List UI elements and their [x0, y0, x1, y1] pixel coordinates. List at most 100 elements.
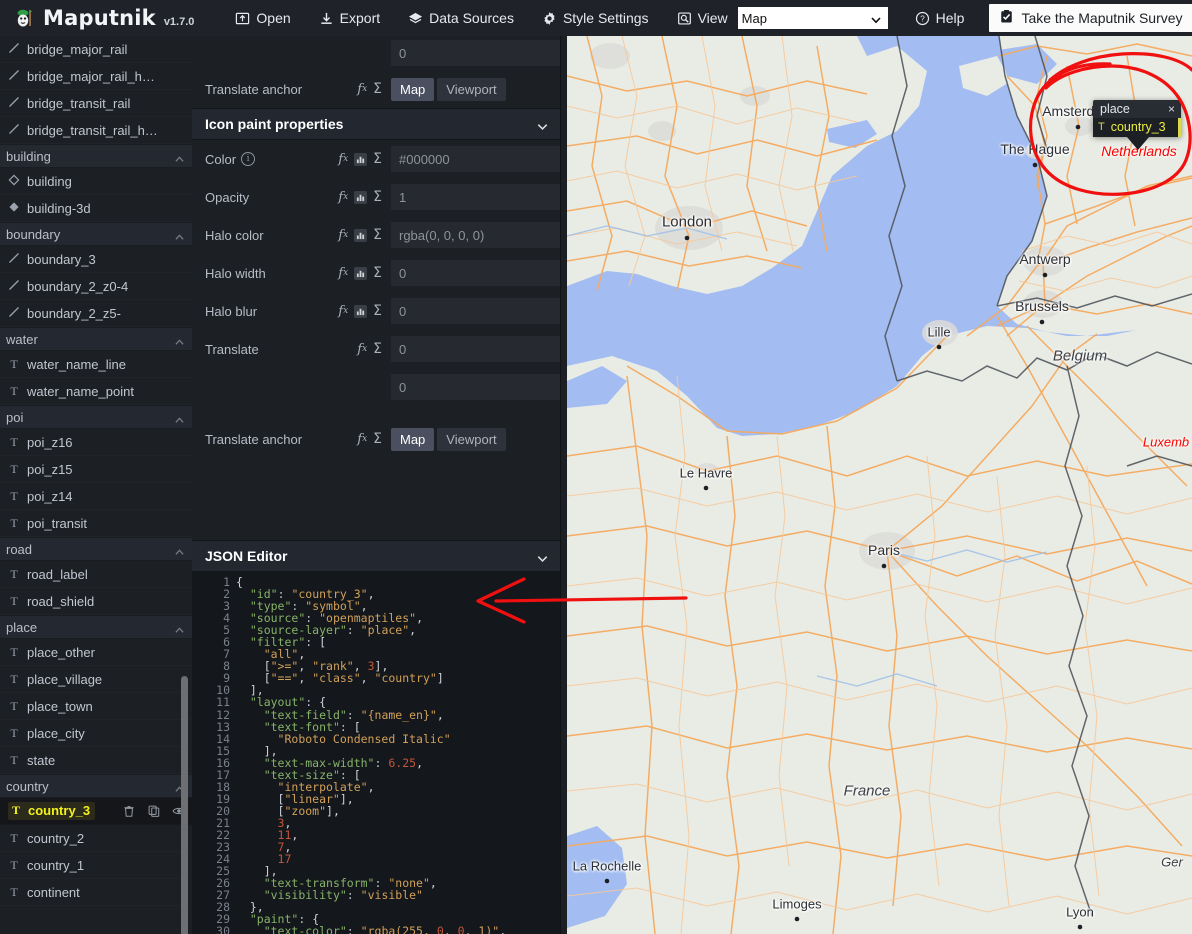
chart-button[interactable]	[354, 228, 368, 242]
layer-item-bridge_major_rail[interactable]: bridge_major_rail	[0, 36, 192, 63]
prop-input-translate[interactable]	[391, 336, 560, 362]
chevron-down-icon[interactable]	[537, 551, 548, 562]
layer-item-country_2[interactable]: Tcountry_2	[0, 825, 192, 852]
layer-group-poi[interactable]: poi	[0, 405, 192, 429]
json-editor-panel[interactable]: JSON Editor 1 2 3 4 5 6 7 8 9 10 11 12 1…	[192, 540, 560, 934]
layer-item-water_name_point[interactable]: Twater_name_point	[0, 378, 192, 405]
seg-map-bottom[interactable]: Map	[391, 427, 435, 451]
code-lines[interactable]: { "id": "country_3", "type": "symbol", "…	[236, 576, 560, 934]
help-button[interactable]: ? Help	[906, 5, 974, 31]
fx-button[interactable]: fx	[357, 343, 367, 356]
seg-viewport-top[interactable]: Viewport	[437, 77, 506, 101]
icon-paint-properties-header[interactable]: Icon paint properties	[192, 108, 560, 140]
layer-group-building[interactable]: building	[0, 144, 192, 168]
json-editor-header[interactable]: JSON Editor	[192, 540, 560, 572]
close-icon[interactable]: ×	[1167, 103, 1176, 115]
layer-item-boundary_2_z0-4[interactable]: boundary_2_z0-4	[0, 273, 192, 300]
layer-item-country_1[interactable]: Tcountry_1	[0, 852, 192, 879]
chart-button[interactable]	[354, 266, 368, 280]
layer-item-poi_z16[interactable]: Tpoi_z16	[0, 429, 192, 456]
layer-list-scrollbar[interactable]	[181, 676, 188, 934]
layer-row-actions[interactable]	[122, 804, 186, 818]
popup-feature-item[interactable]: T country_3	[1098, 120, 1174, 134]
fx-button[interactable]: fx	[357, 433, 367, 446]
sigma-button[interactable]: Σ	[373, 82, 382, 96]
sigma-button[interactable]: Σ	[373, 152, 382, 166]
layer-item-poi_z14[interactable]: Tpoi_z14	[0, 483, 192, 510]
layer-group-place[interactable]: place	[0, 615, 192, 639]
prop-input-translate-second[interactable]	[391, 374, 560, 400]
copy-icon[interactable]	[147, 804, 161, 818]
layer-item-boundary_3[interactable]: boundary_3	[0, 246, 192, 273]
prop-input-halo-blur[interactable]	[391, 298, 560, 324]
fx-button[interactable]: fx	[338, 305, 348, 318]
view-button[interactable]: View	[668, 5, 732, 31]
data-sources-button[interactable]: Data Sources	[399, 5, 523, 31]
info-icon[interactable]: i	[241, 152, 256, 166]
open-button[interactable]: Open	[226, 5, 299, 31]
fx-button[interactable]: fx	[338, 267, 348, 280]
layer-group-water[interactable]: water	[0, 327, 192, 351]
seg-viewport-bottom[interactable]: Viewport	[437, 427, 506, 451]
sigma-button[interactable]: Σ	[373, 190, 382, 204]
json-code[interactable]: 1 2 3 4 5 6 7 8 9 10 11 12 13 14 15 16 1…	[192, 572, 560, 934]
layer-item-country_3[interactable]: Tcountry_3	[0, 798, 192, 825]
sigma-button[interactable]: Σ	[373, 342, 382, 356]
sigma-button[interactable]: Σ	[373, 266, 382, 280]
layer-item-boundary_2_z5-[interactable]: boundary_2_z5-	[0, 300, 192, 327]
view-select[interactable]: MapInspect	[737, 7, 888, 29]
fx-button[interactable]: fx	[338, 153, 348, 166]
prop-input-color[interactable]	[391, 146, 560, 172]
fx-button[interactable]: fx	[357, 83, 367, 96]
prop-input-halo-width[interactable]	[391, 260, 560, 286]
layer-item-water_name_line[interactable]: Twater_name_line	[0, 351, 192, 378]
chevron-down-icon[interactable]	[537, 119, 548, 130]
seg-map-top[interactable]: Map	[391, 77, 435, 101]
chart-button[interactable]	[354, 304, 368, 318]
layer-group-boundary[interactable]: boundary	[0, 222, 192, 246]
layer-group-road[interactable]: road	[0, 537, 192, 561]
export-button[interactable]: Export	[310, 5, 389, 31]
chevron-up-icon[interactable]	[175, 230, 184, 240]
properties-panel[interactable]: Translate anchor fx Σ Map Viewport Icon …	[192, 36, 561, 934]
layer-item-building-3d[interactable]: building-3d	[0, 195, 192, 222]
layer-item-bridge_transit_rail[interactable]: bridge_transit_rail	[0, 90, 192, 117]
delete-icon[interactable]	[122, 804, 136, 818]
layer-item-poi_z15[interactable]: Tpoi_z15	[0, 456, 192, 483]
chevron-up-icon[interactable]	[175, 623, 184, 633]
translate-anchor-segmented-bottom[interactable]: Map Viewport	[391, 427, 506, 451]
chevron-up-icon[interactable]	[175, 545, 184, 555]
layer-item-place_city[interactable]: Tplace_city	[0, 720, 192, 747]
layer-item-bridge_major_rail_h…[interactable]: bridge_major_rail_h…	[0, 63, 192, 90]
layer-item-road_shield[interactable]: Troad_shield	[0, 588, 192, 615]
prop-input-opacity[interactable]	[391, 184, 560, 210]
translate-second-input[interactable]	[391, 40, 560, 66]
layer-group-country[interactable]: country	[0, 774, 192, 798]
sigma-button[interactable]: Σ	[373, 228, 382, 242]
layer-item-place_village[interactable]: Tplace_village	[0, 666, 192, 693]
prop-input-halo-color[interactable]	[391, 222, 560, 248]
feature-popup[interactable]: place × T country_3	[1093, 100, 1181, 150]
chevron-up-icon[interactable]	[175, 152, 184, 162]
chart-button[interactable]	[354, 190, 368, 204]
layer-item-poi_transit[interactable]: Tpoi_transit	[0, 510, 192, 537]
survey-button[interactable]: Take the Maputnik Survey	[989, 4, 1192, 32]
layer-item-road_label[interactable]: Troad_label	[0, 561, 192, 588]
sigma-button[interactable]: Σ	[373, 304, 382, 318]
layer-item-continent[interactable]: Tcontinent	[0, 879, 192, 906]
layer-list[interactable]: bridge_major_rail bridge_major_rail_h… bri…	[0, 36, 193, 934]
fx-button[interactable]: fx	[338, 191, 348, 204]
view-select-wrapper[interactable]: MapInspect	[732, 7, 888, 29]
layer-item-building[interactable]: building	[0, 168, 192, 195]
fx-button[interactable]: fx	[338, 229, 348, 242]
sigma-button[interactable]: Σ	[373, 432, 382, 446]
layer-item-bridge_transit_rail_h…[interactable]: bridge_transit_rail_h…	[0, 117, 192, 144]
translate-anchor-segmented-top[interactable]: Map Viewport	[391, 77, 506, 101]
layer-item-state[interactable]: Tstate	[0, 747, 192, 774]
chevron-up-icon[interactable]	[175, 413, 184, 423]
layer-item-place_town[interactable]: Tplace_town	[0, 693, 192, 720]
chart-button[interactable]	[354, 152, 368, 166]
style-settings-button[interactable]: Style Settings	[533, 5, 658, 31]
map-canvas[interactable]: Amsterdam The Hague London Antwerp Brussels L…	[567, 36, 1192, 934]
layer-item-place_other[interactable]: Tplace_other	[0, 639, 192, 666]
